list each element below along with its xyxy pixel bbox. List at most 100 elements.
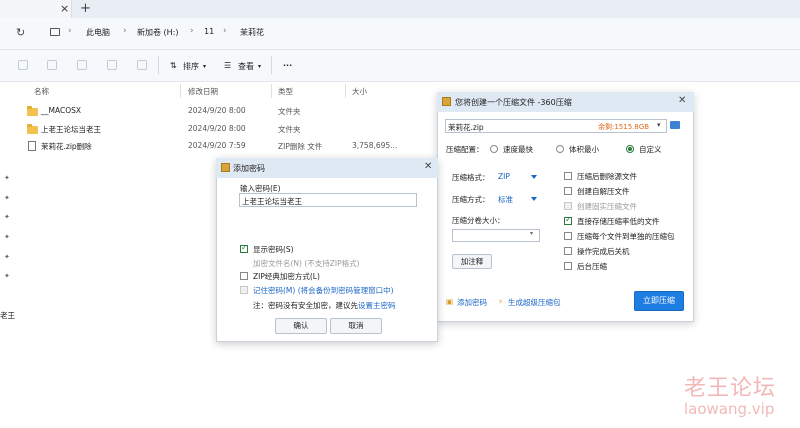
lock-icon: ▣ — [446, 297, 454, 306]
toolbar-divider — [271, 56, 272, 74]
file-date: 2024/9/20 7:59 — [188, 141, 246, 150]
chevron-right-icon: › — [223, 26, 227, 36]
sort-arrows-icon: ⇅ — [170, 61, 177, 70]
option-checkbox[interactable] — [564, 232, 572, 240]
remember-password-label[interactable]: 记住密码(M) (将会备份到密码管理窗口中) — [253, 285, 394, 296]
chevron-down-icon[interactable] — [531, 197, 537, 201]
option-label: 创建固实压缩文件 — [577, 202, 637, 211]
method-label: 压缩方式： — [452, 195, 490, 204]
option-checkbox[interactable] — [564, 187, 572, 195]
password-value: 上老王论坛当老王 — [242, 197, 302, 206]
archive-icon — [221, 163, 230, 172]
method-select[interactable]: 标准 — [498, 194, 513, 205]
preset-label[interactable]: 自定义 — [639, 144, 662, 155]
view-button[interactable]: 查看 — [238, 61, 254, 72]
column-divider[interactable] — [271, 84, 272, 98]
option-label[interactable]: 后台压缩 — [577, 261, 607, 272]
close-icon[interactable]: ✕ — [424, 161, 432, 172]
pin-icon[interactable]: ✦ — [4, 233, 10, 241]
zip-classic-checkbox[interactable] — [240, 272, 248, 280]
option-label[interactable]: 压缩每个文件到单独的压缩包 — [577, 231, 675, 242]
computer-icon — [50, 28, 60, 36]
option-checkbox[interactable] — [564, 215, 572, 225]
preset-label[interactable]: 速度最快 — [503, 144, 533, 155]
file-date: 2024/9/20 8:00 — [188, 106, 246, 115]
cut-icon[interactable] — [18, 60, 28, 70]
tab-close-icon[interactable]: × — [60, 2, 69, 15]
column-header-name[interactable]: 名称 — [34, 86, 49, 97]
address-bar — [0, 18, 800, 50]
breadcrumb-item[interactable]: 此电脑 — [86, 27, 110, 38]
split-size-select[interactable] — [452, 229, 540, 242]
archive-icon — [442, 97, 451, 106]
lightning-icon: ⚡ — [498, 297, 504, 306]
option-checkbox[interactable] — [564, 247, 572, 255]
ok-button[interactable]: 确认 — [275, 318, 327, 334]
super-compress-link[interactable]: 生成超级压缩包 — [508, 297, 561, 308]
file-icon — [28, 141, 36, 151]
split-size-label: 压缩分卷大小： — [452, 216, 505, 225]
close-icon[interactable]: ✕ — [678, 95, 686, 106]
breadcrumb-item[interactable]: 11 — [204, 27, 214, 36]
paste-icon[interactable] — [77, 60, 87, 70]
copy-icon[interactable] — [47, 60, 57, 70]
dialog-title: 您将创建一个压缩文件 -360压缩 — [455, 98, 572, 107]
pin-icon[interactable]: ✦ — [4, 253, 10, 261]
format-select[interactable]: ZIP — [498, 172, 510, 181]
column-header-size[interactable]: 大小 — [352, 86, 367, 97]
tab-strip — [0, 0, 800, 18]
start-compress-button[interactable]: 立即压缩 — [634, 291, 684, 311]
option-label[interactable]: 操作完成后关机 — [577, 246, 630, 257]
remember-password-checkbox[interactable] — [240, 286, 248, 294]
add-password-link[interactable]: 添加密码 — [457, 297, 487, 308]
share-icon[interactable] — [107, 60, 117, 70]
show-password-label[interactable]: 显示密码(S) — [253, 244, 294, 255]
more-options-button[interactable]: ··· — [283, 61, 292, 70]
option-checkbox[interactable] — [564, 172, 572, 180]
zip-classic-label[interactable]: ZIP经典加密方式(L) — [253, 271, 320, 282]
chevron-down-icon[interactable] — [531, 175, 537, 179]
free-space-text: 余剩:1515.8GB — [598, 123, 650, 131]
chevron-down-icon[interactable]: ▾ — [657, 121, 661, 129]
option-checkbox[interactable] — [564, 262, 572, 270]
option-label[interactable]: 直接存储压缩率低的文件 — [577, 216, 660, 227]
file-name[interactable]: 上老王论坛当老王 — [41, 124, 101, 135]
column-header-date[interactable]: 修改日期 — [188, 86, 218, 97]
option-label[interactable]: 压缩后删除源文件 — [577, 171, 637, 182]
pin-icon[interactable]: ✦ — [4, 213, 10, 221]
pin-icon[interactable]: ✦ — [4, 194, 10, 202]
preset-custom-radio[interactable] — [626, 145, 634, 153]
sidebar-item-label[interactable]: 老王 — [0, 310, 15, 321]
breadcrumb-item[interactable]: 茉莉花 — [240, 27, 264, 38]
file-type: 文件夹 — [278, 125, 301, 134]
format-label: 压缩格式： — [452, 173, 490, 182]
browse-folder-icon[interactable] — [670, 121, 680, 129]
refresh-icon[interactable]: ↻ — [16, 26, 25, 39]
breadcrumb-item[interactable]: 新加卷 (H:) — [137, 27, 179, 38]
encrypt-filenames-label: 加密文件名(N) (不支持ZIP格式) — [253, 259, 360, 268]
set-master-password-link[interactable]: 设置主密码 — [358, 300, 396, 311]
pin-icon[interactable]: ✦ — [4, 174, 10, 182]
preset-fastest-radio[interactable] — [490, 145, 498, 153]
file-name[interactable]: __MACOSX — [41, 106, 81, 115]
new-tab-icon[interactable]: + — [80, 1, 91, 16]
file-date: 2024/9/20 8:00 — [188, 124, 246, 133]
pin-icon[interactable]: ✦ — [4, 272, 10, 280]
option-label[interactable]: 创建自解压文件 — [577, 186, 630, 197]
delete-icon[interactable] — [137, 60, 147, 70]
command-bar — [0, 50, 800, 82]
column-header-type[interactable]: 类型 — [278, 86, 293, 97]
preset-label[interactable]: 体积最小 — [569, 144, 599, 155]
column-divider[interactable] — [180, 84, 181, 98]
archive-name-value: 茉莉花.zip — [448, 123, 484, 132]
column-divider[interactable] — [345, 84, 346, 98]
chevron-right-icon: › — [123, 26, 127, 36]
add-comment-button[interactable]: 加注释 — [452, 254, 492, 269]
preset-smallest-radio[interactable] — [556, 145, 564, 153]
file-name[interactable]: 茉莉花.zip删除 — [41, 141, 92, 152]
view-icon: ☰ — [224, 61, 232, 70]
sort-button[interactable]: 排序 — [183, 61, 199, 72]
show-password-checkbox[interactable] — [240, 243, 248, 253]
chevron-down-icon[interactable]: ▾ — [530, 230, 533, 237]
cancel-button[interactable]: 取消 — [330, 318, 382, 334]
